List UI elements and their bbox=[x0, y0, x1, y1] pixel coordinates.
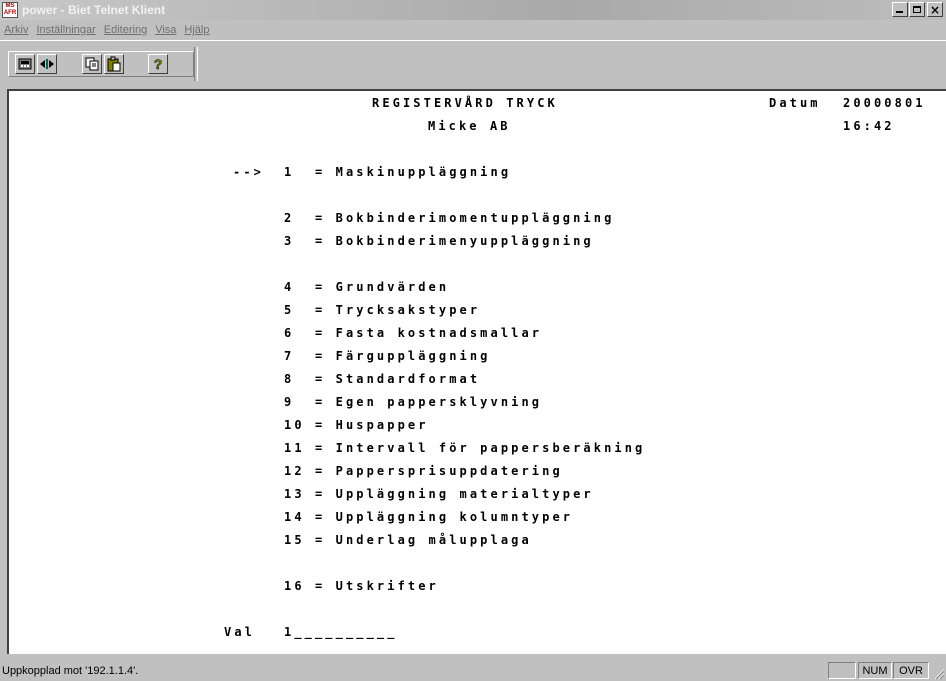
maximize-button[interactable] bbox=[909, 2, 925, 17]
svg-text:?: ? bbox=[154, 56, 163, 72]
connect-button[interactable] bbox=[37, 54, 57, 74]
prompt-label: Val bbox=[224, 625, 255, 639]
menu-option-14[interactable]: 14 = Uppläggning kolumntyper bbox=[284, 510, 573, 524]
minimize-button[interactable] bbox=[892, 2, 908, 17]
menu-option-13[interactable]: 13 = Uppläggning materialtyper bbox=[284, 487, 594, 501]
terminal-icon bbox=[18, 58, 32, 70]
company-name: Micke AB bbox=[428, 119, 511, 133]
menu-option-10[interactable]: 10 = Huspapper bbox=[284, 418, 429, 432]
window-title: power - Biet Telnet Klient bbox=[22, 3, 166, 17]
window-controls: × bbox=[891, 2, 943, 17]
terminal-button[interactable] bbox=[15, 54, 35, 74]
menu-option-7[interactable]: 7 = Färguppläggning bbox=[284, 349, 491, 363]
time-value: 16:42 bbox=[843, 119, 895, 133]
menu-option-9[interactable]: 9 = Egen pappersklyvning bbox=[284, 395, 542, 409]
overwrite-indicator: OVR bbox=[893, 662, 929, 679]
menu-option-5[interactable]: 5 = Trycksakstyper bbox=[284, 303, 480, 317]
menu-option-4[interactable]: 4 = Grundvärden bbox=[284, 280, 449, 294]
menu-editering[interactable]: Editering bbox=[101, 24, 150, 36]
menu-option-6[interactable]: 6 = Fasta kostnadsmallar bbox=[284, 326, 542, 340]
status-bar: Uppkopplad mot '192.1.1.4'. NUM OVR bbox=[0, 660, 946, 681]
connection-status: Uppkopplad mot '192.1.1.4'. bbox=[2, 665, 139, 677]
menu-option-12[interactable]: 12 = Pappersprisuppdatering bbox=[284, 464, 563, 478]
copy-button[interactable] bbox=[82, 54, 102, 74]
toolbar-separator bbox=[194, 47, 198, 81]
paste-icon bbox=[107, 56, 121, 72]
menu-option-15[interactable]: 15 = Underlag målupplaga bbox=[284, 533, 532, 547]
menu-hjalp[interactable]: Hjälp bbox=[181, 24, 212, 36]
prompt-input[interactable]: 1__________ bbox=[284, 625, 398, 639]
terminal-screen[interactable]: REGISTERVÅRD TRYCK Datum 20000801 Micke … bbox=[7, 89, 946, 654]
menu-bar: Arkiv Inställningar Editering Visa Hjälp bbox=[0, 21, 946, 39]
menu-option-11[interactable]: 11 = Intervall för pappersberäkning bbox=[284, 441, 645, 455]
menu-option-16[interactable]: 16 = Utskrifter bbox=[284, 579, 439, 593]
maximize-icon bbox=[913, 6, 921, 13]
menu-option-3[interactable]: 3 = Bokbinderimenyuppläggning bbox=[284, 234, 594, 248]
app-icon-label: MS AFR bbox=[3, 3, 17, 16]
menu-visa[interactable]: Visa bbox=[152, 24, 179, 36]
close-button[interactable]: × bbox=[927, 2, 943, 17]
menu-installningar[interactable]: Inställningar bbox=[33, 24, 98, 36]
help-button[interactable]: ? bbox=[148, 54, 168, 74]
copy-icon bbox=[85, 57, 99, 71]
menu-option-8[interactable]: 8 = Standardformat bbox=[284, 372, 480, 386]
toolbar: ? bbox=[0, 40, 946, 85]
title-bar[interactable]: MS AFR power - Biet Telnet Klient × bbox=[0, 0, 946, 20]
minimize-icon bbox=[896, 11, 903, 13]
status-panel-empty bbox=[828, 662, 856, 679]
menu-arkiv[interactable]: Arkiv bbox=[1, 24, 31, 36]
app-icon[interactable]: MS AFR bbox=[2, 2, 18, 18]
selection-arrow: --> bbox=[233, 165, 264, 179]
date-value: 20000801 bbox=[843, 96, 926, 110]
paste-button[interactable] bbox=[104, 54, 124, 74]
menu-option-1[interactable]: 1 = Maskinuppläggning bbox=[284, 165, 511, 179]
help-icon: ? bbox=[153, 56, 163, 72]
date-label: Datum bbox=[769, 96, 821, 110]
resize-grip-icon[interactable] bbox=[933, 668, 945, 680]
num-lock-indicator: NUM bbox=[858, 662, 892, 679]
close-icon: × bbox=[929, 2, 941, 17]
screen-title: REGISTERVÅRD TRYCK bbox=[372, 96, 558, 110]
menu-option-2[interactable]: 2 = Bokbinderimomentuppläggning bbox=[284, 211, 614, 225]
connect-icon bbox=[40, 59, 54, 69]
